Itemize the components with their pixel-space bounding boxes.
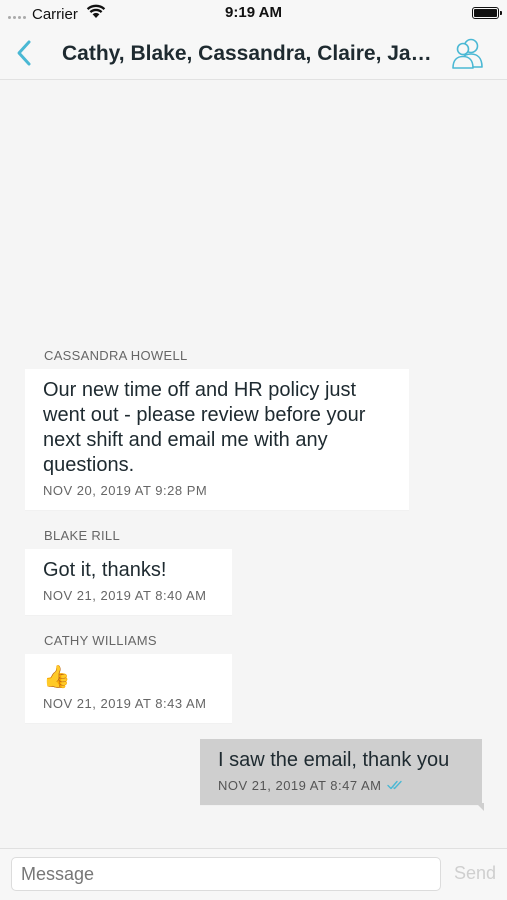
send-button[interactable]: Send <box>454 863 496 884</box>
message-bubble[interactable]: Our new time off and HR policy just went… <box>25 369 409 510</box>
message-text: I saw the email, thank you <box>218 749 450 771</box>
message-input[interactable] <box>11 857 441 891</box>
my-message-item: I saw the email, thank you NOV 21, 2019 … <box>200 739 484 811</box>
status-bar: Carrier 9:19 AM <box>0 0 507 26</box>
message-timestamp: NOV 21, 2019 AT 8:47 AM <box>218 778 382 793</box>
battery-icon <box>472 7 502 19</box>
message-text: Got it, thanks! <box>43 559 167 581</box>
message-list[interactable]: CASSANDRA HOWELL Our new time off and HR… <box>0 80 507 848</box>
message-timestamp-row: NOV 21, 2019 AT 8:47 AM <box>218 778 464 793</box>
message-bubble[interactable]: 👍 NOV 21, 2019 AT 8:43 AM <box>25 654 232 723</box>
thumbs-up-emoji: 👍 <box>43 664 71 689</box>
nav-bar: Cathy, Blake, Cassandra, Claire, Jac... <box>0 26 507 80</box>
double-check-icon <box>386 778 404 793</box>
back-button[interactable] <box>12 39 38 67</box>
message-timestamp: NOV 21, 2019 AT 8:40 AM <box>43 588 207 603</box>
message-item: CASSANDRA HOWELL Our new time off and HR… <box>25 348 409 510</box>
clock: 9:19 AM <box>225 4 282 21</box>
sender-name: CASSANDRA HOWELL <box>44 348 188 363</box>
message-item: BLAKE RILL Got it, thanks! NOV 21, 2019 … <box>25 528 232 615</box>
members-button[interactable] <box>451 36 485 70</box>
message-composer: Send <box>0 848 507 900</box>
chevron-left-icon <box>17 40 31 66</box>
bubble-tail <box>476 803 484 811</box>
message-timestamp: NOV 20, 2019 AT 9:28 PM <box>43 483 208 498</box>
message-bubble[interactable]: Got it, thanks! NOV 21, 2019 AT 8:40 AM <box>25 549 232 615</box>
sender-name: BLAKE RILL <box>44 528 120 543</box>
sender-name: CATHY WILLIAMS <box>44 633 157 648</box>
conversation-title[interactable]: Cathy, Blake, Cassandra, Claire, Jac... <box>62 42 434 66</box>
my-message-bubble[interactable]: I saw the email, thank you NOV 21, 2019 … <box>200 739 484 811</box>
message-timestamp: NOV 21, 2019 AT 8:43 AM <box>43 696 207 711</box>
battery-level <box>474 9 497 17</box>
people-icon <box>452 38 483 69</box>
message-item: CATHY WILLIAMS 👍 NOV 21, 2019 AT 8:43 AM <box>25 633 232 723</box>
message-text: Our new time off and HR policy just went… <box>43 379 366 476</box>
